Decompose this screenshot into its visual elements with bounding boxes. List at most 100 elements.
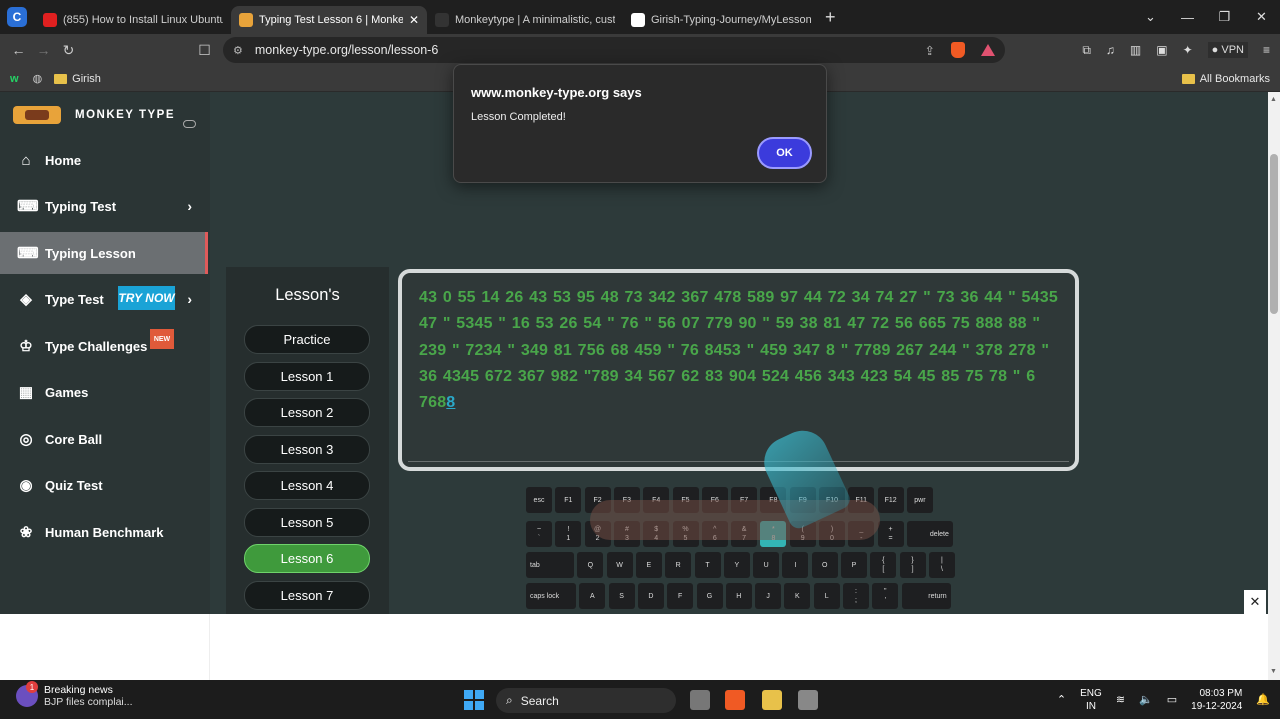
maximize-icon[interactable]: ❐ xyxy=(1206,9,1243,25)
award-icon: ♔ xyxy=(19,338,33,355)
key-label: F xyxy=(678,592,683,600)
lessons-title: Lesson's xyxy=(275,286,340,304)
typing-text: 43 0 55 14 26 43 53 95 48 73 342 367 478… xyxy=(419,285,1058,416)
key-!-1: ! 1 xyxy=(555,521,582,547)
tab-title: Typing Test Lesson 6 | Monkey xyxy=(259,14,403,26)
browser-tab[interactable]: Monkeytype | A minimalistic, custom xyxy=(427,6,623,34)
key-label: + xyxy=(888,526,893,533)
key-label: ` xyxy=(537,535,541,542)
browser-tab[interactable]: (855) How to Install Linux Ubuntu o xyxy=(35,6,231,34)
key-L: L xyxy=(813,583,840,609)
sidebar-item-core-ball[interactable]: ◎ Core Ball xyxy=(0,418,208,460)
chevron-right-icon[interactable]: › xyxy=(187,198,192,214)
alert-dialog: www.monkey-type.org says Lesson Complete… xyxy=(453,64,827,183)
battery-icon[interactable]: ▭ xyxy=(1167,693,1177,706)
leo-ai-icon[interactable]: ✦ xyxy=(1183,43,1193,57)
app-badge[interactable]: C xyxy=(7,7,27,27)
forward-icon[interactable]: → xyxy=(31,42,56,58)
tab-search-icon[interactable]: ⌄ xyxy=(1132,9,1169,25)
lesson-button[interactable]: Lesson 2 xyxy=(244,398,370,427)
key-label: pwr xyxy=(914,496,926,504)
browser-tab[interactable]: Typing Test Lesson 6 | Monkey ✕ xyxy=(231,6,427,34)
lesson-button[interactable]: Lesson 3 xyxy=(244,434,370,464)
sidebar-item-quiz-test[interactable]: ◉ Quiz Test xyxy=(0,464,208,506)
typing-box-divider xyxy=(408,461,1069,462)
sidebar-item-games[interactable]: ▦ Games xyxy=(0,371,208,413)
lesson-button[interactable]: Lesson 1 xyxy=(244,361,370,391)
volume-icon[interactable]: 🔈 xyxy=(1139,693,1153,706)
brave-rewards-icon[interactable] xyxy=(981,44,995,56)
wifi-icon[interactable]: ≋ xyxy=(1116,693,1125,706)
scroll-up-icon[interactable]: ▲ xyxy=(1270,96,1277,103)
cursor-char: 8 xyxy=(446,394,456,412)
windows-taskbar: 1 Breaking news BJP files complai... ⌕ Se… xyxy=(0,680,1280,719)
key-label: A xyxy=(589,592,595,600)
close-window-icon[interactable]: ✕ xyxy=(1243,9,1280,25)
lesson-button[interactable]: Practice xyxy=(244,325,370,354)
site-settings-icon[interactable]: ⚙ xyxy=(233,44,243,57)
reload-icon[interactable]: ↻ xyxy=(56,42,81,59)
url-text: monkey-type.org/lesson/lesson-6 xyxy=(254,43,439,57)
close-tab-icon[interactable]: ✕ xyxy=(409,13,419,27)
sidebar-item-typing-lesson[interactable]: ⌨ Typing Lesson xyxy=(0,232,208,274)
typing-box[interactable]: 43 0 55 14 26 43 53 95 48 73 342 367 478… xyxy=(398,269,1079,471)
file-explorer-icon[interactable] xyxy=(762,690,782,710)
sidebar-item-home[interactable]: ⌂ Home xyxy=(0,139,208,181)
bookmark-folder-girish[interactable]: Girish xyxy=(54,73,101,85)
page-scrollbar[interactable]: ▲ ▼ xyxy=(1268,92,1280,680)
key-K: K xyxy=(784,583,811,609)
whatsapp-bookmark-icon[interactable]: w xyxy=(10,73,19,85)
minimize-icon[interactable]: — xyxy=(1169,10,1206,25)
globe-bookmark-icon[interactable]: ◍ xyxy=(33,72,43,85)
share-icon[interactable]: ⇪ xyxy=(925,43,935,58)
tab-favicon-icon xyxy=(435,13,449,27)
notifications-icon[interactable]: 🔔 xyxy=(1256,693,1270,706)
start-windows-icon[interactable] xyxy=(464,690,484,710)
lesson-button[interactable]: Lesson 7 xyxy=(244,580,370,610)
media-icon[interactable]: ♫ xyxy=(1106,43,1115,57)
key-F1: F1 xyxy=(555,487,582,513)
sidebar-item-type-challenges[interactable]: ♔ Type Challenges NEW xyxy=(0,325,208,367)
task-view-icon[interactable] xyxy=(690,690,710,710)
snipping-tool-icon[interactable] xyxy=(798,690,818,710)
alert-ok-button[interactable]: OK xyxy=(757,137,812,169)
sidebar-toggle-icon[interactable]: ▥ xyxy=(1130,43,1141,57)
try-now-badge[interactable]: TRY NOW xyxy=(118,286,175,310)
all-bookmarks[interactable]: All Bookmarks xyxy=(1181,73,1270,85)
sidebar-item-typing-test[interactable]: ⌨ Typing Test › xyxy=(0,185,208,227)
news-widget[interactable]: 1 Breaking news BJP files complai... xyxy=(16,681,133,708)
lesson-button[interactable]: Lesson 6 xyxy=(244,544,370,573)
theme-toggle-icon[interactable] xyxy=(183,120,196,128)
brave-taskbar-icon[interactable] xyxy=(725,690,745,710)
wallet-icon[interactable]: ▣ xyxy=(1156,43,1167,57)
bookmark-folder-label: Girish xyxy=(72,72,101,85)
bookmark-icon[interactable]: ☐ xyxy=(192,42,217,59)
keyboard-stand-icon: ⌨ xyxy=(17,198,39,215)
key-esc: esc xyxy=(526,487,552,513)
lesson-button[interactable]: Lesson 4 xyxy=(244,471,370,500)
key-pwr: pwr xyxy=(906,487,933,513)
address-bar[interactable]: ⚙ monkey-type.org/lesson/lesson-6 ⇪ xyxy=(223,37,1005,63)
vpn-button[interactable]: ● VPN xyxy=(1207,42,1248,58)
clock[interactable]: 08:03 PM 19-12-2024 xyxy=(1191,687,1242,713)
chevron-up-icon[interactable]: ⌃ xyxy=(1057,693,1066,706)
lesson-button[interactable]: Lesson 5 xyxy=(244,507,370,537)
back-icon[interactable]: ← xyxy=(6,42,31,58)
scroll-down-icon[interactable]: ▼ xyxy=(1270,668,1277,675)
taskbar-search[interactable]: ⌕ Search xyxy=(496,688,676,713)
key-label: tab xyxy=(530,561,540,569)
key-Y: Y xyxy=(723,552,750,578)
menu-icon[interactable]: ≡ xyxy=(1263,43,1270,57)
brave-shields-icon[interactable] xyxy=(951,42,965,58)
ad-close-icon[interactable]: ✕ xyxy=(1244,590,1266,614)
new-tab-button[interactable]: + xyxy=(825,7,836,28)
brand[interactable]: MONKEY TYPE xyxy=(13,106,175,124)
browser-tab[interactable]: Girish-Typing-Journey/MyLessons a xyxy=(623,6,819,34)
language-indicator[interactable]: ENG IN xyxy=(1080,687,1102,713)
sidebar-item-human-benchmark[interactable]: ❀ Human Benchmark xyxy=(0,511,208,553)
chevron-right-icon[interactable]: › xyxy=(187,291,192,307)
key-S: S xyxy=(608,583,635,609)
extensions-icon[interactable]: ⧉ xyxy=(1082,43,1091,58)
scrollbar-thumb[interactable] xyxy=(1270,154,1278,314)
sidebar-item-type-test[interactable]: ◈ Type Test › TRY NOW xyxy=(0,278,208,320)
